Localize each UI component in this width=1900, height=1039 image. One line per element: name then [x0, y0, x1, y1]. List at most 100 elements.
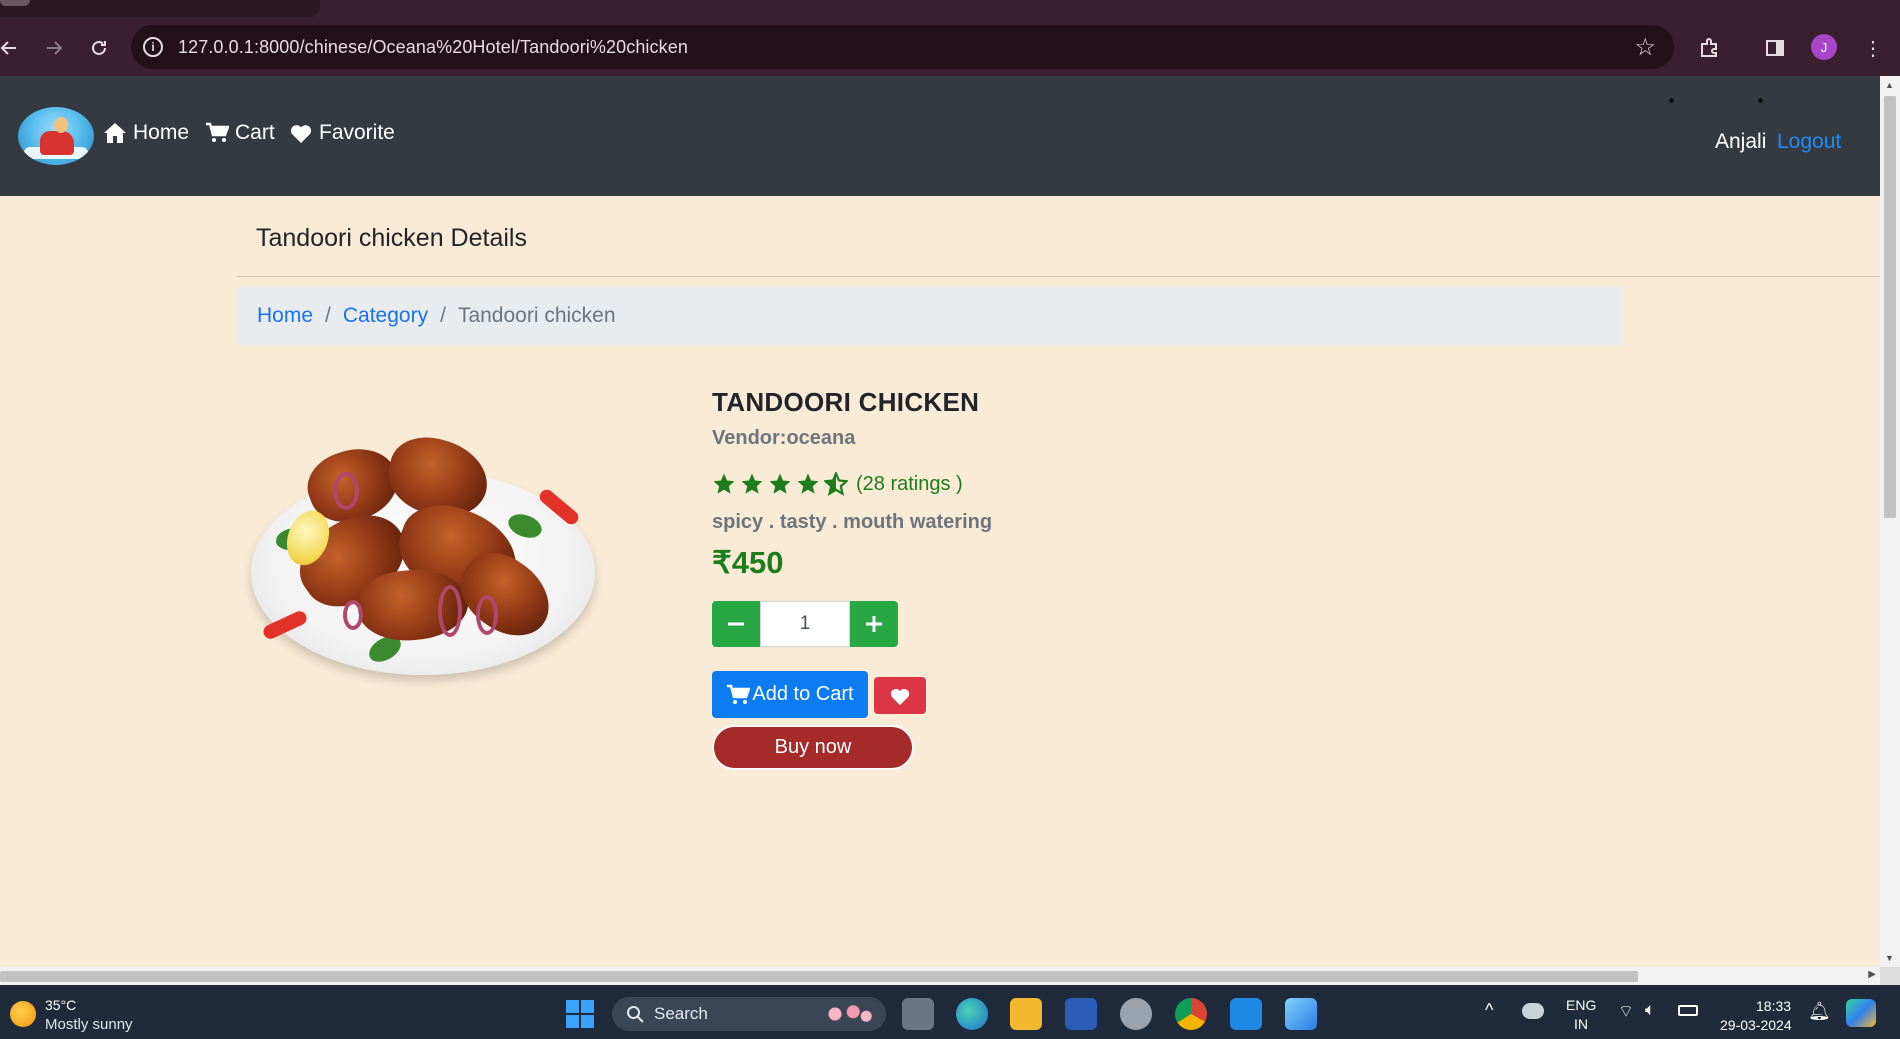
scroll-up-arrow-icon[interactable]: ▲ [1885, 80, 1894, 90]
title-divider [237, 276, 1880, 277]
forward-icon[interactable] [41, 35, 67, 61]
buy-now-button[interactable]: Buy now [712, 725, 914, 770]
bookmark-star-icon[interactable]: ☆ [1634, 33, 1656, 62]
horizontal-scroll-thumb[interactable] [0, 971, 1638, 982]
plus-icon [866, 616, 882, 632]
add-to-cart-button[interactable]: Add to Cart [712, 671, 868, 718]
add-to-favorite-button[interactable] [874, 677, 926, 714]
increment-button[interactable] [850, 601, 898, 647]
language-bottom[interactable]: IN [1574, 1016, 1588, 1032]
heart-icon [890, 688, 910, 705]
star-full-icon [713, 473, 735, 494]
minus-icon [728, 622, 744, 626]
add-to-cart-label: Add to Cart [752, 683, 854, 705]
search-icon [627, 1006, 644, 1023]
volume-icon[interactable]: 🔈︎ [1645, 1000, 1655, 1020]
product-vendor: Vendor:oceana [712, 427, 856, 449]
task-view-icon[interactable] [902, 998, 934, 1030]
battery-icon[interactable] [1678, 1005, 1698, 1016]
browser-tab-strip [0, 0, 1900, 17]
quantity-input[interactable] [760, 601, 850, 647]
search-highlight-icon [822, 1003, 874, 1025]
win-tile [566, 1015, 579, 1028]
quantity-stepper [712, 601, 898, 647]
page-title: Tandoori chicken Details [256, 224, 527, 252]
win-tile [566, 1000, 579, 1013]
clock-date[interactable]: 29-03-2024 [1720, 1017, 1792, 1033]
scrollbar-corner [1880, 967, 1900, 985]
breadcrumb-home[interactable]: Home [257, 304, 313, 328]
windows-taskbar: 35°C Mostly sunny Search ^ ENG IN ⌔ 🔈︎ 1… [0, 985, 1900, 1039]
weather-sun-icon[interactable] [10, 1001, 36, 1027]
show-hidden-icons-chevron-icon[interactable]: ^ [1485, 1000, 1493, 1021]
extensions-icon[interactable] [1696, 35, 1722, 61]
browser-toolbar: i 127.0.0.1:8000/chinese/Oceana%20Hotel/… [0, 17, 1900, 76]
vscode-icon[interactable] [1230, 998, 1262, 1030]
chrome-icon[interactable] [1175, 998, 1207, 1030]
clock-time[interactable]: 18:33 [1756, 998, 1791, 1014]
address-url[interactable]: 127.0.0.1:8000/chinese/Oceana%20Hotel/Ta… [178, 37, 688, 58]
site-info-icon[interactable]: i [143, 37, 163, 57]
weather-temperature[interactable]: 35°C [45, 997, 76, 1013]
home-icon [104, 123, 126, 143]
taskbar-search[interactable]: Search [612, 997, 886, 1031]
copilot-icon[interactable] [1846, 999, 1876, 1027]
browser-active-tab[interactable] [0, 0, 320, 17]
horizontal-scrollbar[interactable]: ▶ [0, 967, 1880, 985]
database-icon[interactable] [1120, 998, 1152, 1030]
profile-avatar[interactable]: J [1811, 34, 1837, 60]
breadcrumb-category[interactable]: Category [343, 304, 428, 328]
cart-icon [727, 684, 751, 704]
product-image [248, 410, 598, 680]
star-full-icon [741, 473, 763, 494]
logo-scooter [40, 131, 74, 155]
cart-icon [206, 122, 229, 142]
decrement-button[interactable] [712, 601, 760, 647]
browser-menu-icon[interactable]: ⋮ [1860, 35, 1886, 61]
reload-icon[interactable] [86, 35, 112, 61]
star-half-icon [824, 472, 848, 496]
nav-favorite[interactable]: Favorite [289, 121, 395, 145]
site-logo[interactable] [18, 107, 94, 165]
nav-home-label: Home [133, 121, 190, 144]
breadcrumb-separator: / [325, 304, 331, 327]
heart-icon [290, 125, 312, 143]
vertical-scroll-thumb[interactable] [1884, 96, 1896, 518]
scroll-right-arrow-icon[interactable]: ▶ [1868, 969, 1876, 980]
vertical-scrollbar[interactable]: ▲ ▼ [1880, 76, 1900, 967]
nav-home[interactable]: Home [103, 121, 189, 145]
breadcrumb: Home / Category / Tandoori chicken [237, 287, 1623, 345]
nav-favorite-label: Favorite [319, 121, 395, 144]
breadcrumb-separator: / [440, 304, 446, 327]
photos-icon[interactable] [1285, 998, 1317, 1030]
win-tile [581, 1000, 594, 1013]
wifi-icon[interactable]: ⌔ [1618, 1001, 1634, 1022]
windows-start-icon[interactable] [566, 1000, 594, 1028]
star-full-icon [797, 473, 819, 494]
onion-ring [438, 585, 462, 637]
word-icon[interactable] [1065, 998, 1097, 1030]
decorative-dot [1758, 98, 1763, 103]
win-tile [581, 1015, 594, 1028]
onedrive-icon[interactable] [1522, 1003, 1544, 1019]
star-full-icon [769, 473, 791, 494]
address-bar[interactable]: i 127.0.0.1:8000/chinese/Oceana%20Hotel/… [131, 25, 1674, 69]
decorative-dot [1669, 98, 1674, 103]
logo-rider [54, 117, 68, 133]
site-navbar: Home Cart Favorite Anjali Logout [0, 76, 1880, 196]
product-rating: (28 ratings ) [712, 472, 963, 496]
back-icon[interactable] [0, 35, 22, 61]
file-explorer-icon[interactable] [1010, 998, 1042, 1030]
scroll-down-arrow-icon[interactable]: ▼ [1885, 953, 1894, 963]
tab-edge [0, 0, 30, 6]
notification-bell-icon[interactable]: 🔔︎ [1808, 1001, 1831, 1022]
rating-count[interactable]: (28 ratings ) [856, 473, 963, 496]
onion-ring [333, 472, 359, 510]
product-name: TANDOORI CHICKEN [712, 387, 980, 417]
language-top[interactable]: ENG [1566, 997, 1596, 1013]
edge-browser-icon[interactable] [956, 998, 988, 1030]
logout-link[interactable]: Logout [1777, 130, 1841, 154]
nav-cart[interactable]: Cart [205, 121, 275, 145]
weather-condition[interactable]: Mostly sunny [45, 1016, 133, 1033]
side-panel-icon[interactable] [1762, 35, 1788, 61]
